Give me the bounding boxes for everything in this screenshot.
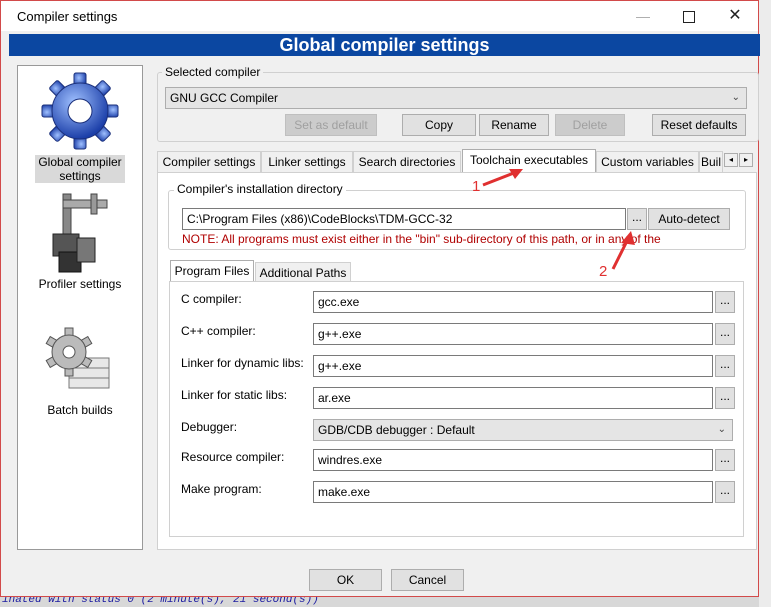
make-program-input[interactable]: make.exe (313, 481, 713, 503)
settings-nav: Global compiler settings Profiler settin… (17, 65, 143, 550)
static-linker-label: Linker for static libs: (181, 388, 288, 402)
tab-scroll-left-button[interactable]: ◂ (724, 153, 738, 167)
tab-custom-variables[interactable]: Custom variables (596, 151, 699, 172)
maximize-button[interactable] (666, 1, 712, 31)
resource-compiler-browse-button[interactable]: ... (715, 449, 735, 471)
maximize-icon (683, 11, 695, 24)
gear-icon (41, 72, 119, 150)
cancel-button[interactable]: Cancel (391, 569, 464, 591)
delete-button[interactable]: Delete (555, 114, 625, 136)
background-ide-edge (759, 0, 771, 607)
minimize-icon: — (636, 8, 650, 24)
nav-item-profiler[interactable]: Profiler settings (18, 190, 142, 291)
nav-item-label: Global compiler settings (35, 155, 125, 183)
compiler-select[interactable]: GNU GCC Compiler ⌄ (165, 87, 747, 109)
subtab-program-files[interactable]: Program Files (170, 260, 254, 282)
static-linker-browse-button[interactable]: ... (715, 387, 735, 409)
make-program-label: Make program: (181, 482, 262, 496)
resource-compiler-label: Resource compiler: (181, 450, 285, 464)
nav-item-label: Profiler settings (38, 277, 122, 291)
auto-detect-button[interactable]: Auto-detect (648, 208, 730, 230)
minimize-button[interactable]: — (620, 1, 666, 31)
tab-build-options[interactable]: Buil (699, 151, 723, 172)
annotation-arrow-one (482, 169, 523, 187)
chevron-down-icon: ⌄ (731, 92, 740, 103)
dynamic-linker-browse-button[interactable]: ... (715, 355, 735, 377)
debugger-select-value: GDB/CDB debugger : Default (318, 423, 475, 437)
reset-defaults-button[interactable]: Reset defaults (652, 114, 746, 136)
program-files-panel: C compiler: gcc.exe ... C++ compiler: g+… (169, 281, 744, 537)
settings-tabs: Compiler settings Linker settings Search… (157, 149, 757, 173)
chevron-right-icon: ▸ (743, 155, 748, 164)
close-icon: ✕ (728, 7, 742, 24)
cpp-compiler-label: C++ compiler: (181, 324, 256, 338)
make-program-browse-button[interactable]: ... (715, 481, 735, 503)
annotation-arrow-two (611, 231, 635, 270)
resource-compiler-input[interactable]: windres.exe (313, 449, 713, 471)
c-compiler-label: C compiler: (181, 292, 242, 306)
dynamic-linker-label: Linker for dynamic libs: (181, 356, 304, 370)
debugger-select[interactable]: GDB/CDB debugger : Default ⌄ (313, 419, 733, 441)
copy-button[interactable]: Copy (402, 114, 476, 136)
page-header: Global compiler settings (9, 34, 760, 56)
close-button[interactable]: ✕ (712, 1, 758, 31)
install-dir-label: Compiler's installation directory (174, 182, 346, 196)
nav-item-batch-builds[interactable]: Batch builds (18, 324, 142, 417)
selected-compiler-label: Selected compiler (162, 65, 264, 79)
nav-item-label: Batch builds (47, 403, 113, 417)
dynamic-linker-input[interactable]: g++.exe (313, 355, 713, 377)
nav-item-global-compiler[interactable]: Global compiler settings (18, 70, 142, 183)
batch-gear-icon (45, 327, 110, 389)
install-dir-input[interactable]: C:\Program Files (x86)\CodeBlocks\TDM-GC… (182, 208, 626, 230)
tab-search-directories[interactable]: Search directories (353, 151, 461, 172)
toolchain-panel: Compiler's installation directory C:\Pro… (157, 172, 757, 550)
c-compiler-input[interactable]: gcc.exe (313, 291, 713, 313)
cpp-compiler-browse-button[interactable]: ... (715, 323, 735, 345)
static-linker-input[interactable]: ar.exe (313, 387, 713, 409)
tab-compiler-settings[interactable]: Compiler settings (157, 151, 261, 172)
install-dir-note: NOTE: All programs must exist either in … (182, 232, 661, 246)
tab-linker-settings[interactable]: Linker settings (261, 151, 353, 172)
compiler-settings-dialog: Compiler settings — ✕ Global compiler se… (0, 0, 760, 597)
compiler-select-value: GNU GCC Compiler (170, 91, 279, 105)
tab-scroll-right-button[interactable]: ▸ (739, 153, 753, 167)
chevron-left-icon: ◂ (728, 155, 733, 164)
debugger-label: Debugger: (181, 420, 238, 434)
cpp-compiler-input[interactable]: g++.exe (313, 323, 713, 345)
c-compiler-browse-button[interactable]: ... (715, 291, 735, 313)
ok-button[interactable]: OK (309, 569, 382, 591)
window-title: Compiler settings (17, 9, 118, 24)
caliper-icon (52, 193, 108, 273)
set-default-button[interactable]: Set as default (285, 114, 377, 136)
rename-button[interactable]: Rename (479, 114, 549, 136)
title-bar: Compiler settings — ✕ (1, 1, 758, 31)
subtab-additional-paths[interactable]: Additional Paths (255, 262, 351, 282)
chevron-down-icon: ⌄ (717, 424, 726, 435)
